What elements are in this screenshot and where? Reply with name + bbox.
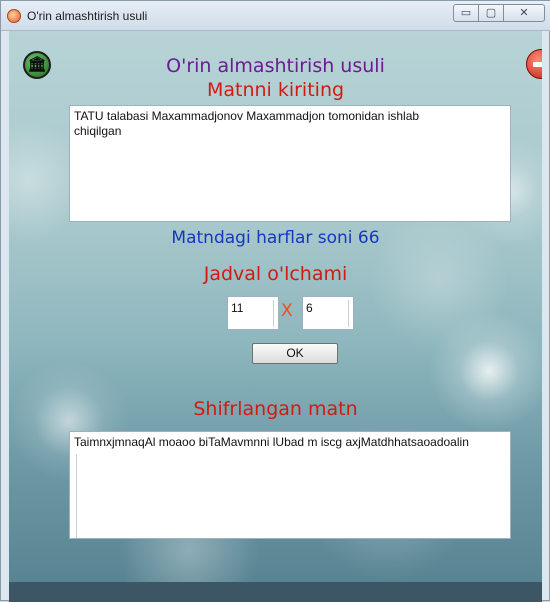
ciphertext-value: TaimnxjmnaqAl moaoo biTaMavmnni lUbad m … (74, 435, 469, 449)
minimize-button[interactable]: ▭ (453, 4, 479, 22)
plaintext-input[interactable]: TATU talabasi Maxammadjonov Maxammadjon … (69, 105, 511, 222)
main-window: O'rin almashtirish usuli ▭ ▢ ✕ 🏛 O'rin a… (0, 0, 550, 602)
cols-divider (348, 300, 349, 327)
ciphertext-output[interactable]: TaimnxjmnaqAl moaoo biTaMavmnni lUbad m … (69, 431, 511, 539)
table-size-heading: Jadval o'lchami (203, 263, 348, 285)
dimension-separator: X (281, 301, 293, 321)
cipher-heading: Shifrlangan matn (193, 398, 358, 420)
cols-input[interactable]: 6 (302, 296, 354, 330)
title-bar[interactable]: O'rin almashtirish usuli ▭ ▢ ✕ (1, 1, 550, 31)
input-heading: Matnni kiriting (206, 79, 345, 101)
cols-value: 6 (306, 301, 313, 315)
letter-count-label: Matndagi harflar soni 66 (171, 228, 380, 248)
rows-divider (273, 300, 274, 327)
footer-strip (9, 582, 542, 602)
app-icon (7, 9, 21, 23)
rows-value: 11 (231, 301, 244, 315)
close-button[interactable]: ✕ (503, 4, 545, 22)
ok-button[interactable]: OK (252, 343, 338, 364)
rows-input[interactable]: 11 (227, 296, 279, 330)
form-body: 🏛 O'rin almashtirish usuli Matnni kiriti… (9, 31, 542, 602)
app-heading: O'rin almashtirish usuli (166, 55, 385, 77)
window-title: O'rin almashtirish usuli (27, 9, 148, 23)
output-inner-border (76, 454, 77, 538)
maximize-button[interactable]: ▢ (478, 4, 504, 22)
caption-buttons: ▭ ▢ ✕ (453, 4, 545, 22)
